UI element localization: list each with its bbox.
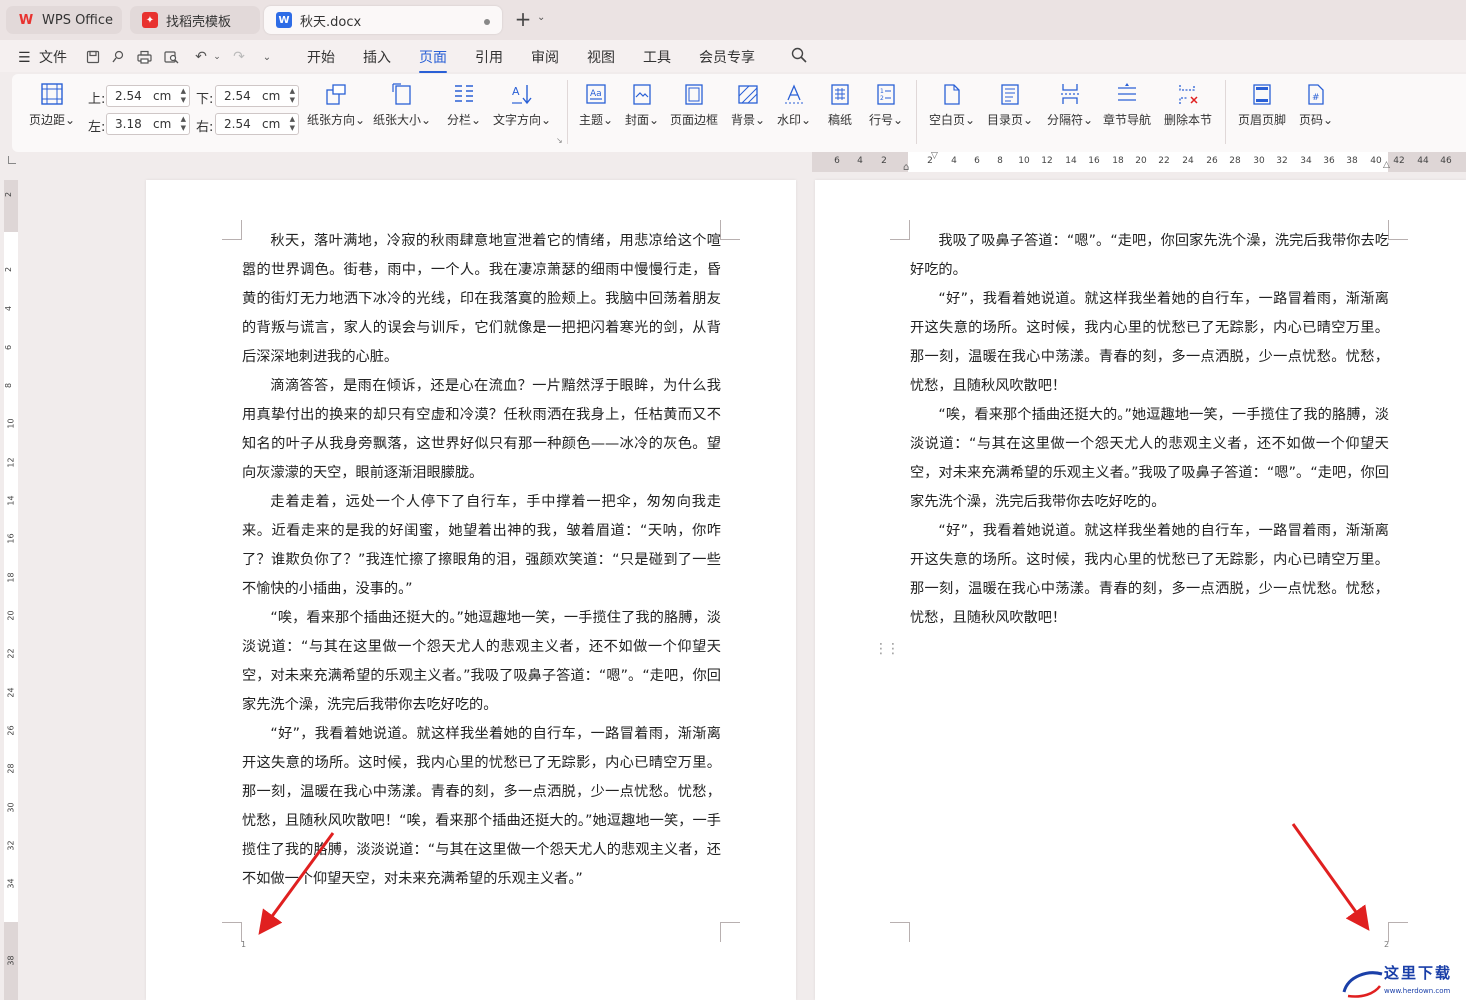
watermark-url: www.herdown.com [1384, 987, 1451, 995]
red-arrow-page-1 [258, 832, 335, 935]
watermark-text: 这里下载 [1384, 964, 1453, 982]
annotation-arrows [258, 823, 1370, 935]
red-arrow-page-2 [1291, 823, 1370, 931]
